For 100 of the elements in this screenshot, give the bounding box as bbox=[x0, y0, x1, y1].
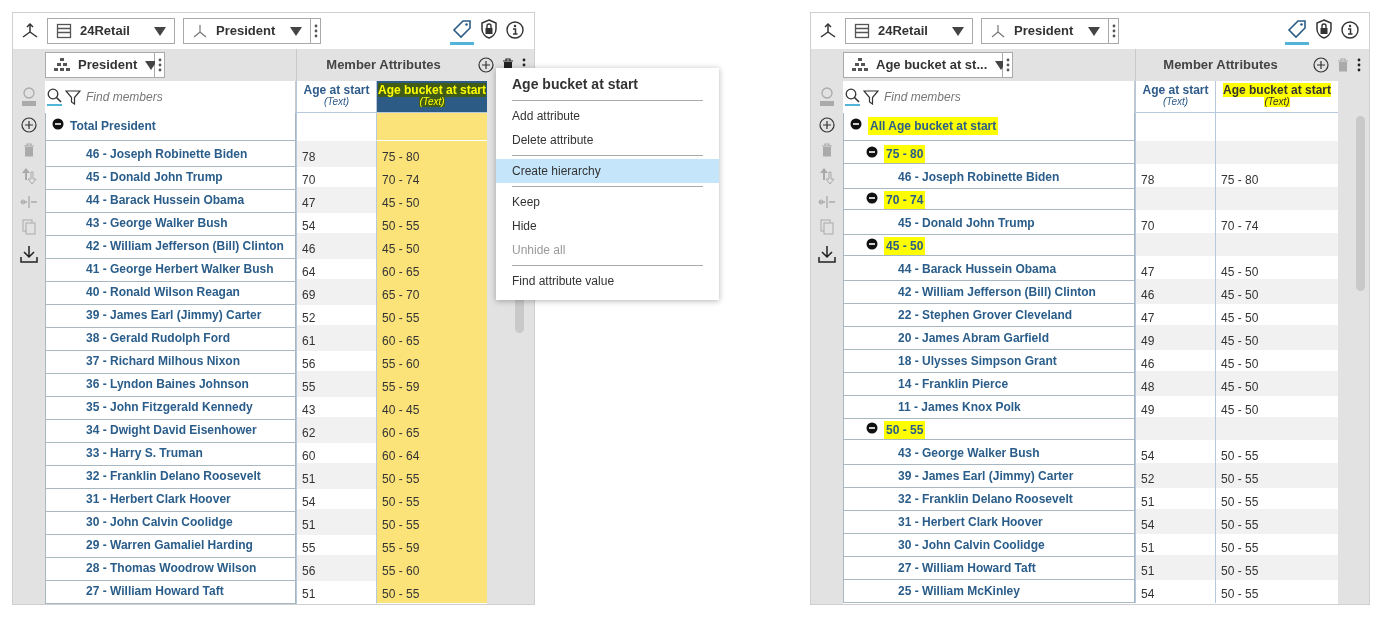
kebab-icon bbox=[157, 58, 162, 72]
caret-icon bbox=[145, 60, 158, 70]
member-label[interactable]: 37 - Richard Milhous Nixon bbox=[86, 352, 241, 370]
member-label[interactable]: 36 - Lyndon Baines Johnson bbox=[86, 375, 249, 393]
add-icon bbox=[478, 57, 494, 73]
member-label[interactable]: 39 - James Earl (Jimmy) Carter bbox=[86, 306, 262, 324]
member-label[interactable]: 50 - 55 bbox=[884, 421, 926, 439]
member-label[interactable]: 34 - Dwight David Eisenhower bbox=[86, 421, 257, 439]
table-cell: 45 - 50 bbox=[1215, 371, 1338, 396]
cube-dropdown[interactable]: 24Retail bbox=[845, 18, 973, 44]
member-label[interactable]: 45 - 50 bbox=[884, 237, 926, 255]
collapse-icon[interactable] bbox=[866, 192, 878, 204]
column-header[interactable]: Age bucket at start (Text) bbox=[376, 81, 487, 113]
search-bar[interactable]: Find members bbox=[45, 81, 296, 113]
member-label[interactable]: 45 - Donald John Trump bbox=[86, 168, 223, 186]
menu-item[interactable]: Keep bbox=[496, 190, 719, 214]
caret-icon bbox=[154, 26, 166, 36]
search-bar[interactable]: Find members bbox=[843, 81, 1135, 113]
cube-dropdown[interactable]: 24Retail bbox=[47, 18, 175, 44]
member-label[interactable]: 30 - John Calvin Coolidge bbox=[898, 536, 1045, 554]
member-label[interactable]: Total President bbox=[70, 117, 156, 135]
dimension-dropdown[interactable]: President bbox=[183, 18, 311, 44]
member-label[interactable]: 42 - William Jefferson (Bill) Clinton bbox=[898, 283, 1096, 301]
trash-icon bbox=[821, 143, 833, 157]
column-header[interactable]: Age at start (Text) bbox=[296, 81, 376, 113]
member-label[interactable]: 30 - John Calvin Coolidge bbox=[86, 513, 233, 531]
member-label[interactable]: 42 - William Jefferson (Bill) Clinton bbox=[86, 237, 284, 255]
attributes-tab[interactable] bbox=[450, 17, 474, 45]
member-label[interactable]: 22 - Stephen Grover Cleveland bbox=[898, 306, 1073, 324]
search-field[interactable]: Find members bbox=[84, 87, 264, 107]
section-title: Member Attributes bbox=[325, 56, 442, 75]
menu-item[interactable]: Add attribute bbox=[496, 104, 719, 128]
axes-icon[interactable] bbox=[819, 22, 837, 40]
menu-item[interactable]: Hide bbox=[496, 214, 719, 238]
member-label[interactable]: 39 - James Earl (Jimmy) Carter bbox=[898, 467, 1074, 485]
attributes-tab[interactable] bbox=[1285, 17, 1309, 45]
member-label[interactable]: 28 - Thomas Woodrow Wilson bbox=[86, 559, 257, 577]
download-icon bbox=[20, 245, 38, 263]
table-cell: 75 - 80 bbox=[376, 141, 487, 167]
member-label[interactable]: 40 - Ronald Wilson Reagan bbox=[86, 283, 240, 301]
more-button[interactable] bbox=[1003, 52, 1013, 78]
member-label[interactable]: 43 - George Walker Bush bbox=[86, 214, 228, 232]
member-label[interactable]: 43 - George Walker Bush bbox=[898, 444, 1040, 462]
table-cell: 70 - 74 bbox=[376, 164, 487, 190]
more-button[interactable] bbox=[155, 52, 165, 78]
hierarchy-dropdown[interactable]: Age bucket at st... bbox=[843, 52, 1003, 78]
member-label[interactable]: 44 - Barack Hussein Obama bbox=[86, 191, 245, 209]
shield-lock-icon bbox=[1315, 19, 1333, 39]
more-button[interactable] bbox=[1109, 18, 1119, 44]
member-label[interactable]: 20 - James Abram Garfield bbox=[898, 329, 1049, 347]
caret-icon bbox=[952, 26, 964, 36]
hierarchy-dropdown[interactable]: President bbox=[45, 52, 155, 78]
member-label[interactable]: 27 - William Howard Taft bbox=[86, 582, 224, 600]
member-label[interactable]: All Age bucket at start bbox=[868, 117, 999, 135]
table-cell: 69 bbox=[296, 279, 376, 305]
member-label[interactable]: 32 - Franklin Delano Roosevelt bbox=[898, 490, 1073, 508]
member-label[interactable]: 33 - Harry S. Truman bbox=[86, 444, 203, 462]
collapse-icon[interactable] bbox=[850, 118, 862, 130]
sort-arrows-icon bbox=[819, 167, 835, 185]
axes-icon[interactable] bbox=[21, 22, 39, 40]
collapse-icon[interactable] bbox=[866, 422, 878, 434]
member-label[interactable]: 25 - William McKinley bbox=[898, 582, 1020, 600]
trash-icon bbox=[1337, 58, 1349, 72]
collapse-icon[interactable] bbox=[866, 146, 878, 158]
collapse-icon[interactable] bbox=[866, 238, 878, 250]
member-label[interactable]: 31 - Herbert Clark Hoover bbox=[86, 490, 231, 508]
member-label[interactable]: 45 - Donald John Trump bbox=[898, 214, 1035, 232]
search-icon bbox=[47, 88, 62, 103]
member-label[interactable]: 44 - Barack Hussein Obama bbox=[898, 260, 1057, 278]
more-button[interactable] bbox=[311, 18, 321, 44]
column-header[interactable]: Age at start (Text) bbox=[1135, 81, 1215, 113]
add-icon bbox=[819, 117, 835, 133]
table-cell: 50 - 55 bbox=[1215, 578, 1338, 603]
member-label[interactable]: 32 - Franklin Delano Roosevelt bbox=[86, 467, 261, 485]
menu-item[interactable]: Find attribute value bbox=[496, 269, 719, 293]
member-label[interactable]: 29 - Warren Gamaliel Harding bbox=[86, 536, 253, 554]
menu-item[interactable]: Delete attribute bbox=[496, 128, 719, 152]
person-icon bbox=[20, 87, 38, 107]
table-cell: 50 - 55 bbox=[376, 210, 487, 236]
member-label[interactable]: 18 - Ulysses Simpson Grant bbox=[898, 352, 1057, 370]
table-cell: 50 - 55 bbox=[1215, 509, 1338, 534]
member-label[interactable]: 75 - 80 bbox=[884, 145, 926, 163]
member-label[interactable]: 27 - William Howard Taft bbox=[898, 559, 1036, 577]
member-label[interactable]: 70 - 74 bbox=[884, 191, 926, 209]
member-label[interactable]: 46 - Joseph Robinette Biden bbox=[86, 145, 248, 163]
member-label[interactable]: 46 - Joseph Robinette Biden bbox=[898, 168, 1060, 186]
dimension-dropdown[interactable]: President bbox=[981, 18, 1109, 44]
search-field[interactable]: Find members bbox=[882, 87, 1062, 107]
member-label[interactable]: 41 - George Herbert Walker Bush bbox=[86, 260, 274, 278]
table-cell: 65 - 70 bbox=[376, 279, 487, 305]
member-label[interactable]: 31 - Herbert Clark Hoover bbox=[898, 513, 1043, 531]
member-label[interactable]: 38 - Gerald Rudolph Ford bbox=[86, 329, 230, 347]
collapse-icon[interactable] bbox=[52, 118, 64, 130]
table-cell: 50 - 55 bbox=[376, 463, 487, 489]
member-label[interactable]: 35 - John Fitzgerald Kennedy bbox=[86, 398, 253, 416]
column-header[interactable]: Age bucket at start (Text) bbox=[1215, 81, 1338, 113]
member-label[interactable]: 11 - James Knox Polk bbox=[898, 398, 1021, 416]
scrollbar-thumb[interactable] bbox=[1356, 116, 1365, 291]
member-label[interactable]: 14 - Franklin Pierce bbox=[898, 375, 1009, 393]
menu-item[interactable]: Create hierarchy bbox=[496, 159, 719, 183]
